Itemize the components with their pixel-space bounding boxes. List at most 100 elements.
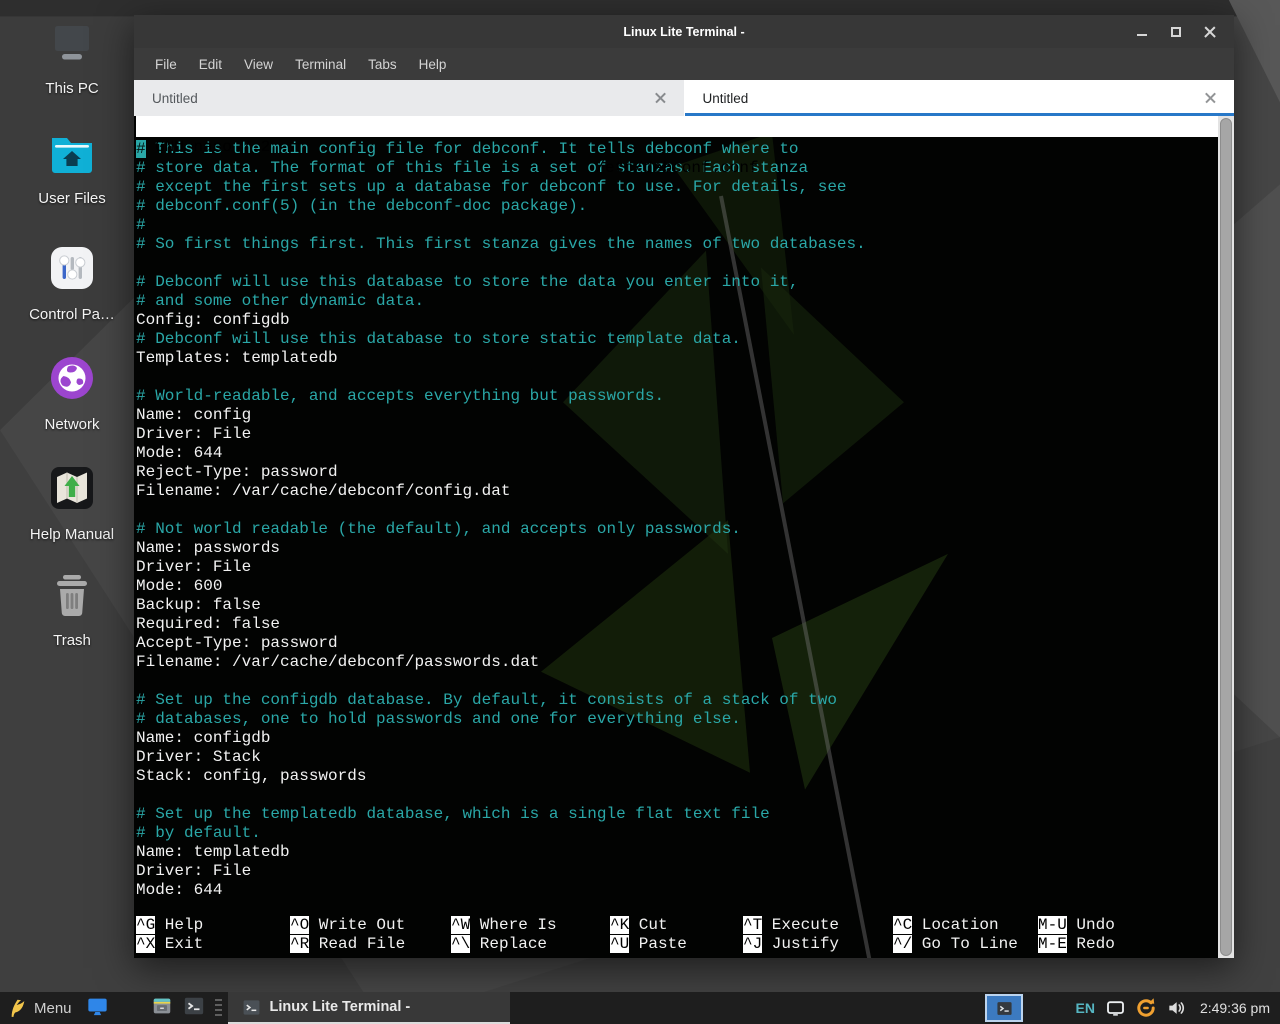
scrollbar-thumb[interactable]: [1220, 118, 1232, 956]
nano-shortcut-location: ^C Location: [893, 916, 1038, 935]
terminal-line: Name: templatedb: [136, 843, 1218, 862]
terminal-line: # Not world readable (the default), and …: [136, 520, 1218, 539]
terminal-line: Accept-Type: password: [136, 634, 1218, 653]
nano-shortcut-cut: ^K Cut: [610, 916, 743, 935]
maximize-icon[interactable]: [1170, 26, 1182, 38]
display-settings-icon[interactable]: [1105, 998, 1126, 1018]
nano-shortcut-justify: ^J Justify: [743, 935, 893, 954]
volume-icon[interactable]: [1166, 998, 1186, 1018]
quick-launchers: [82, 992, 210, 1024]
folder-home-icon: [48, 134, 96, 181]
nano-shortcut-read-file: ^R Read File: [290, 935, 451, 954]
close-icon[interactable]: [1204, 26, 1216, 38]
terminal-tab-2[interactable]: Untitled: [685, 80, 1235, 116]
menu-help[interactable]: Help: [408, 52, 458, 77]
desktop-icon-user-files[interactable]: User Files: [14, 134, 130, 207]
desktop-icon-help-manual[interactable]: Help Manual: [14, 464, 130, 543]
menu-edit[interactable]: Edit: [188, 52, 233, 77]
file-manager-icon: [151, 995, 173, 1022]
terminal-tab-1[interactable]: Untitled: [134, 80, 685, 116]
desktop-icon-control-pa[interactable]: Control Pa…: [14, 244, 130, 323]
nano-shortcut-paste: ^U Paste: [610, 935, 743, 954]
terminal-icon: [242, 998, 261, 1017]
desktop-icon-label: Help Manual: [30, 526, 114, 543]
terminal-launcher[interactable]: [178, 992, 210, 1024]
desktop-icon-trash[interactable]: Trash: [14, 574, 130, 649]
chrome-launcher[interactable]: [114, 992, 146, 1024]
menu-terminal[interactable]: Terminal: [284, 52, 357, 77]
terminal-line: Reject-Type: password: [136, 463, 1218, 482]
terminal-line: # Debconf will use this database to stor…: [136, 330, 1218, 349]
terminal-line: [136, 501, 1218, 520]
shortcut-key: M-E: [1038, 935, 1067, 953]
tab-label: Untitled: [703, 91, 749, 106]
menu-view[interactable]: View: [233, 52, 284, 77]
terminal-line: Filename: /var/cache/debconf/passwords.d…: [136, 653, 1218, 672]
clock[interactable]: 2:49:36 pm: [1200, 1000, 1270, 1016]
updates-icon[interactable]: [1134, 996, 1158, 1020]
start-menu-button[interactable]: Menu: [0, 992, 82, 1024]
tray-terminal-indicator[interactable]: [985, 994, 1023, 1022]
shortcut-key: ^T: [743, 916, 762, 934]
terminal-line: [136, 786, 1218, 805]
terminal-line: Driver: File: [136, 862, 1218, 881]
trash-icon: [48, 574, 96, 623]
terminal-scrollbar[interactable]: [1218, 116, 1234, 958]
terminal-line: # This is the main config file for debco…: [136, 140, 1218, 159]
tab-close-icon[interactable]: [655, 93, 666, 104]
terminal-line: Templates: templatedb: [136, 349, 1218, 368]
taskbar-window-button[interactable]: Linux Lite Terminal -: [228, 992, 510, 1024]
nano-titlebar: GNU nano 7.2 /etc/debconf.conf: [136, 116, 1218, 137]
terminal-line: # So first things first. This first stan…: [136, 235, 1218, 254]
terminal-window: Linux Lite Terminal - FileEditViewTermin…: [134, 15, 1234, 958]
terminal-line: Name: configdb: [136, 729, 1218, 748]
shortcut-key: ^W: [451, 916, 470, 934]
terminal-icon: [996, 1000, 1013, 1017]
terminal-icon: [183, 995, 205, 1022]
terminal-line: # debconf.conf(5) (in the debconf-doc pa…: [136, 197, 1218, 216]
terminal-line: Mode: 644: [136, 444, 1218, 463]
menu-tabs[interactable]: Tabs: [357, 52, 408, 77]
taskbar: Menu Linux Lite Terminal - EN: [0, 992, 1280, 1024]
taskbar-window-label: Linux Lite Terminal -: [270, 999, 411, 1015]
editor-content: # This is the main config file for debco…: [136, 137, 1218, 916]
shortcut-key: ^K: [610, 916, 629, 934]
window-title: Linux Lite Terminal -: [134, 25, 1234, 39]
nano-shortcut-execute: ^T Execute: [743, 916, 893, 935]
tab-close-icon[interactable]: [1205, 93, 1216, 104]
nano-shortcut-write-out: ^O Write Out: [290, 916, 451, 935]
terminal-line: # Set up the configdb database. By defau…: [136, 691, 1218, 710]
desktop-icon-label: User Files: [38, 190, 106, 207]
terminal-line: Driver: Stack: [136, 748, 1218, 767]
desktop-icon-this-pc[interactable]: This PC: [14, 24, 130, 97]
nano-shortcut-bar: ^G Help^O Write Out^W Where Is^K Cut^T E…: [136, 916, 1218, 958]
control-panel-icon: [48, 244, 96, 297]
panel-separator: [213, 999, 225, 1017]
minimize-icon[interactable]: [1136, 26, 1148, 38]
terminal-line: [136, 254, 1218, 273]
window-titlebar[interactable]: Linux Lite Terminal -: [134, 15, 1234, 48]
terminal-line: Driver: File: [136, 425, 1218, 444]
show-desktop-icon: [86, 995, 109, 1022]
nano-shortcut-exit: ^X Exit: [136, 935, 290, 954]
desktop-icon-label: Control Pa…: [29, 306, 115, 323]
terminal-line: Name: config: [136, 406, 1218, 425]
terminal-line: Driver: File: [136, 558, 1218, 577]
show-desktop-launcher[interactable]: [82, 992, 114, 1024]
shortcut-key: ^X: [136, 935, 155, 953]
terminal-line: # World-readable, and accepts everything…: [136, 387, 1218, 406]
terminal-line: Mode: 600: [136, 577, 1218, 596]
menu-bar: FileEditViewTerminalTabsHelp: [134, 48, 1234, 80]
nano-shortcut-replace: ^\ Replace: [451, 935, 610, 954]
nano-shortcut-redo: M-E Redo: [1038, 935, 1218, 954]
desktop-icon-network[interactable]: Network: [14, 354, 130, 433]
terminal-screen[interactable]: GNU nano 7.2 /etc/debconf.conf # This is…: [134, 116, 1234, 958]
terminal-line: #: [136, 216, 1218, 235]
file-manager-launcher[interactable]: [146, 992, 178, 1024]
shortcut-key: ^R: [290, 935, 309, 953]
nano-shortcut-go-to-line: ^/ Go To Line: [893, 935, 1038, 954]
desktop-icon-label: Network: [44, 416, 99, 433]
keyboard-layout-indicator[interactable]: EN: [1075, 1000, 1094, 1016]
menu-file[interactable]: File: [144, 52, 188, 77]
terminal-line: # databases, one to hold passwords and o…: [136, 710, 1218, 729]
